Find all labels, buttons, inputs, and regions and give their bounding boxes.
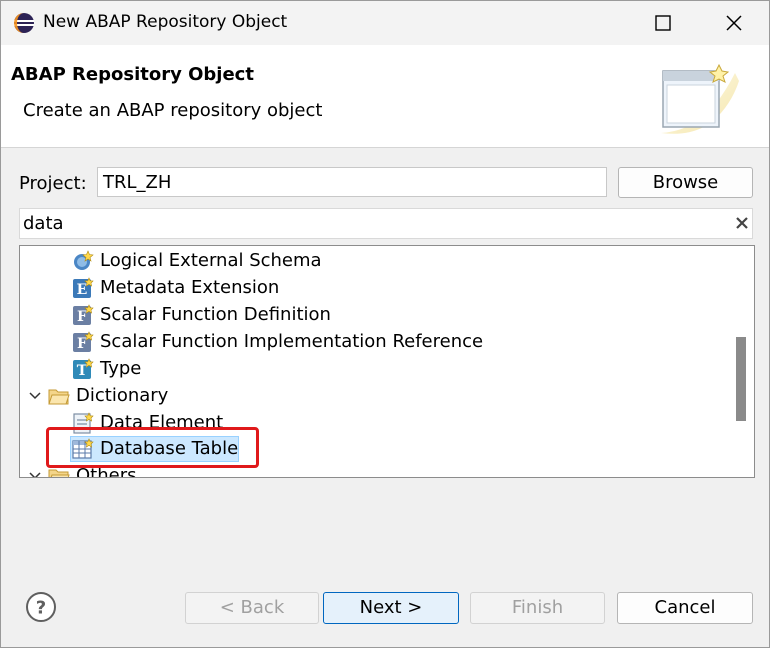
chevron-down-icon[interactable] (28, 469, 42, 478)
svg-text:E: E (77, 282, 88, 298)
new-window-wizard-icon (661, 63, 739, 134)
tree-item-label: Scalar Function Implementation Reference (100, 331, 484, 352)
svg-text:F: F (77, 309, 87, 325)
eclipse-icon (14, 13, 34, 33)
scrollbar-thumb[interactable] (736, 337, 746, 421)
project-label: Project: (19, 173, 87, 194)
help-icon[interactable]: ? (25, 591, 57, 623)
type-icon: T (73, 358, 94, 379)
maximize-button[interactable] (631, 1, 695, 45)
next-button[interactable]: Next > (323, 592, 459, 624)
close-icon (726, 15, 742, 31)
filter-input[interactable]: data (19, 208, 753, 239)
tree-scrollbar[interactable] (730, 246, 754, 477)
function-icon: F (73, 304, 94, 325)
finish-button[interactable]: Finish (470, 592, 605, 624)
browse-button[interactable]: Browse (618, 167, 753, 198)
tree-item-dictionary[interactable]: Dictionary (20, 383, 730, 410)
dialog-window: New ABAP Repository Object ABAP Reposito… (0, 0, 770, 648)
wizard-header: ABAP Repository Object Create an ABAP re… (1, 45, 769, 148)
clear-filter-icon[interactable] (732, 213, 752, 233)
title-bar: New ABAP Repository Object (1, 1, 769, 45)
metadata-extension-icon: E (73, 277, 94, 298)
maximize-icon (655, 15, 671, 31)
wizard-description: Create an ABAP repository object (23, 100, 323, 121)
chevron-down-icon[interactable] (28, 389, 42, 403)
tree-item-label: Metadata Extension (100, 277, 280, 298)
back-button[interactable]: < Back (185, 592, 319, 624)
tree-item-label: Logical External Schema (100, 250, 322, 271)
folder-icon (48, 389, 70, 405)
cancel-button[interactable]: Cancel (617, 592, 753, 624)
schema-icon (74, 250, 94, 270)
function-icon: F (73, 331, 94, 352)
window-title: New ABAP Repository Object (43, 12, 288, 32)
svg-text:T: T (77, 363, 88, 379)
tree-item-scalar-function-implementation-reference[interactable]: F Scalar Function Implementation Referen… (20, 329, 730, 356)
tree-item-type[interactable]: T Type (20, 356, 730, 383)
svg-text:?: ? (36, 598, 46, 619)
tree-item-label: Scalar Function Definition (100, 304, 331, 325)
svg-text:F: F (77, 336, 87, 352)
annotation-highlight-box (46, 427, 259, 468)
tree-item-logical-external-schema[interactable]: Logical External Schema (20, 248, 730, 275)
project-input[interactable]: TRL_ZH (97, 167, 607, 197)
tree-item-label: Dictionary (76, 385, 169, 406)
tree-item-label: Type (100, 358, 142, 379)
tree-item-metadata-extension[interactable]: E Metadata Extension (20, 275, 730, 302)
close-window-button[interactable] (703, 1, 767, 45)
tree-item-scalar-function-definition[interactable]: F Scalar Function Definition (20, 302, 730, 329)
wizard-title: ABAP Repository Object (11, 64, 254, 85)
